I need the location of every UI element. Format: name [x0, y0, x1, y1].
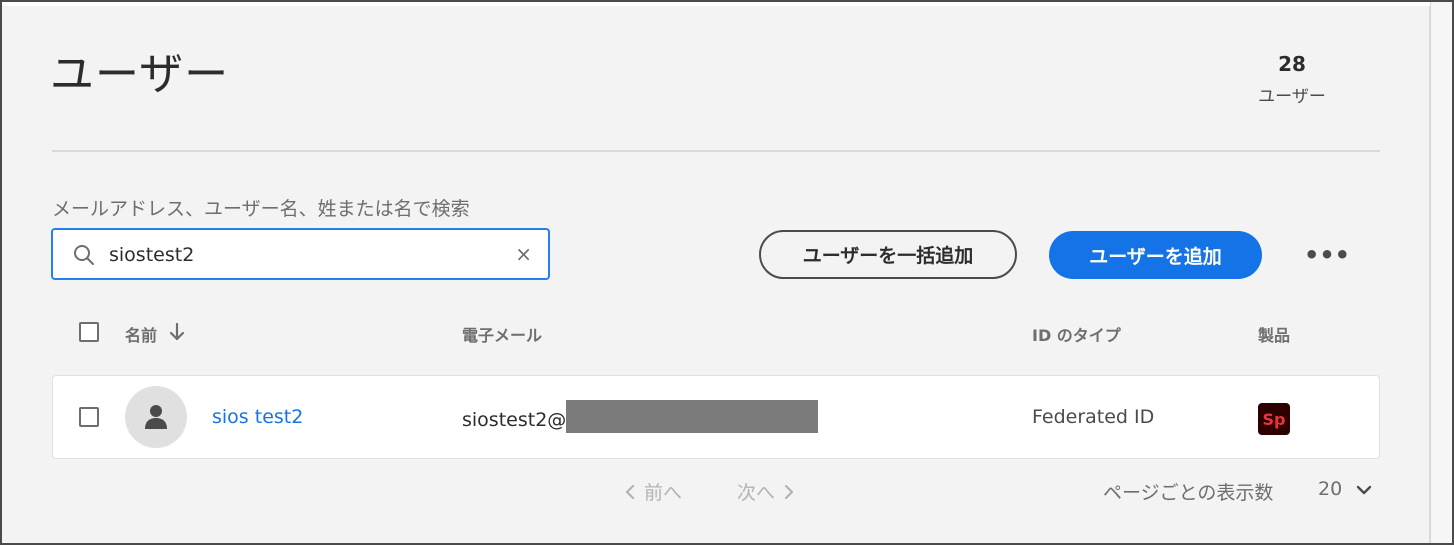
id-type: Federated ID	[1032, 406, 1155, 428]
user-count: 28 ユーザー	[1240, 52, 1344, 107]
user-email: siostest2@	[462, 400, 819, 433]
search-icon	[73, 244, 95, 266]
chevron-right-icon	[784, 484, 794, 499]
add-user-button[interactable]: ユーザーを追加	[1049, 231, 1262, 279]
page-title: ユーザー	[50, 49, 230, 100]
user-email-text: siostest2@	[462, 408, 567, 431]
user-count-number: 28	[1278, 52, 1306, 76]
spark-product-icon: Sp	[1258, 403, 1290, 435]
column-header-name[interactable]: 名前	[125, 322, 157, 346]
user-name-link[interactable]: sios test2	[212, 406, 303, 428]
scrollbar-gutter[interactable]	[1430, 2, 1452, 543]
search-label: メールアドレス、ユーザー名、姓または名で検索	[52, 198, 470, 220]
per-page-select[interactable]: 20	[1318, 478, 1342, 500]
close-icon[interactable]: ×	[515, 242, 532, 266]
search-input[interactable]	[109, 240, 509, 270]
select-all-checkbox[interactable]	[79, 322, 99, 342]
chevron-left-icon	[625, 484, 635, 499]
user-icon	[145, 405, 167, 429]
previous-page-label: 前へ	[644, 482, 683, 504]
previous-page-button[interactable]: 前へ	[624, 478, 682, 505]
divider	[52, 150, 1380, 152]
chevron-down-icon[interactable]	[1356, 482, 1372, 498]
next-page-button[interactable]: 次へ	[737, 478, 795, 505]
user-count-label: ユーザー	[1258, 87, 1326, 107]
column-header-products: 製品	[1258, 326, 1291, 345]
row-checkbox[interactable]	[79, 407, 99, 427]
column-header-id-type: ID のタイプ	[1032, 326, 1121, 345]
ellipsis-icon[interactable]: •••	[1304, 240, 1350, 270]
email-redaction	[566, 400, 819, 433]
next-page-label: 次へ	[737, 482, 776, 504]
arrow-down-icon[interactable]	[168, 322, 186, 342]
bulk-add-users-button[interactable]: ユーザーを一括追加	[759, 230, 1017, 279]
per-page-label: ページごとの表示数	[1103, 482, 1274, 504]
column-header-email: 電子メール	[462, 326, 543, 345]
search-box[interactable]: ×	[51, 228, 550, 280]
avatar	[125, 386, 187, 448]
